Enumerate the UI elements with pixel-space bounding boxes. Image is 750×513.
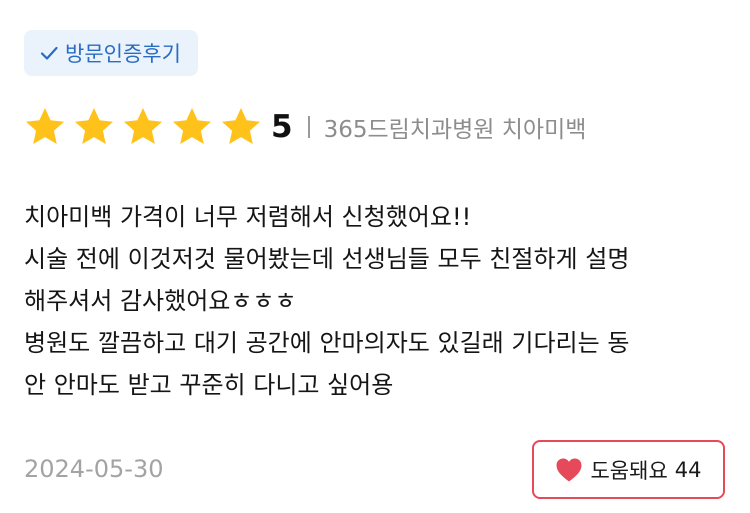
review-line: 해주셔서 감사했어요ㅎㅎㅎ — [24, 287, 297, 315]
review-line: 병원도 깔끔하고 대기 공간에 안마의자도 있길래 기다리는 동 — [24, 329, 630, 357]
helpful-button[interactable]: 도움돼요 44 — [532, 440, 725, 499]
clinic-treatment-name: 365드림치과병원 치아미백 — [323, 117, 587, 143]
divider — [307, 116, 310, 138]
review-line: 시술 전에 이것저것 물어봤는데 선생님들 모두 친절하게 설명 — [24, 245, 630, 273]
helpful-count: 44 — [674, 457, 702, 482]
star-icon — [75, 108, 113, 144]
rating-score: 5 — [271, 109, 293, 145]
review-date: 2024-05-30 — [24, 455, 164, 483]
review-card: 방문인증후기 5 365드림치과병원 치아미백 치아미백 가격이 너무 저렴해서… — [0, 0, 750, 513]
helpful-label: 도움돼요 — [590, 458, 668, 483]
heart-icon — [556, 458, 582, 481]
review-line: 안 안마도 받고 꾸준히 다니고 싶어용 — [24, 371, 394, 399]
review-text: 치아미백 가격이 너무 저렴해서 신청했어요!! 시술 전에 이것저것 물어봤는… — [24, 196, 724, 406]
badge-label: 방문인증후기 — [65, 42, 181, 66]
rating-row: 5 365드림치과병원 치아미백 — [24, 104, 586, 150]
star-icon — [124, 108, 162, 144]
star-icon — [26, 108, 64, 144]
star-icon — [222, 108, 260, 144]
check-icon — [40, 46, 58, 60]
verified-visit-badge: 방문인증후기 — [24, 30, 198, 76]
star-icon — [173, 108, 211, 144]
review-line: 치아미백 가격이 너무 저렴해서 신청했어요!! — [24, 203, 472, 231]
star-rating — [24, 106, 262, 148]
